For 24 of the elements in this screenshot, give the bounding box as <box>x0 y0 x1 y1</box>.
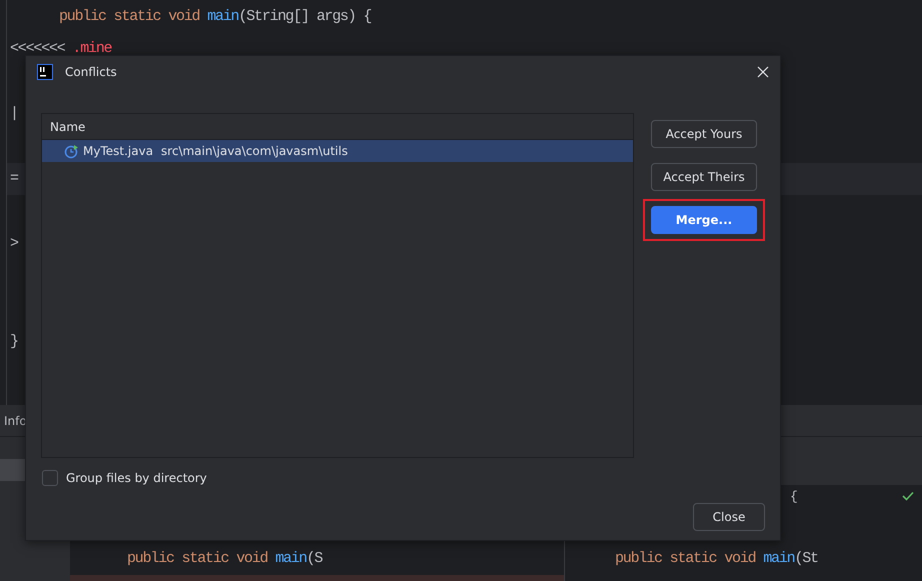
file-row[interactable]: MyTest.java src\main\java\com\javasm\utils <box>42 140 633 162</box>
code-line: | <box>10 105 18 122</box>
code-line: = <box>10 170 18 188</box>
accept-button[interactable]: Accept Yours <box>651 120 757 148</box>
code-line: public static void main(S <box>127 550 324 567</box>
code-line: } <box>10 332 18 350</box>
code-line: public static void main(String[] args) { <box>59 8 372 25</box>
close-button[interactable]: Close <box>693 503 765 531</box>
merge-button[interactable]: Merge... <box>651 206 757 234</box>
column-header[interactable]: Name <box>50 120 86 134</box>
file-status-icon <box>64 144 79 158</box>
file-path: src\main\java\com\javasm\utils <box>161 144 348 158</box>
code-line: <<<<<<< .mine <box>10 40 112 58</box>
checkbox[interactable] <box>42 470 58 486</box>
accept-button[interactable]: Accept Theirs <box>651 163 757 191</box>
code-line: { <box>790 488 797 504</box>
app-logo-icon <box>37 64 53 80</box>
code-line: > <box>10 235 18 252</box>
check-icon <box>902 491 914 501</box>
close-icon[interactable] <box>757 66 769 78</box>
code-line: public static void main(St <box>615 550 819 567</box>
file-name: MyTest.java <box>83 144 154 158</box>
dialog-title: Conflicts <box>65 65 118 79</box>
checkbox-label: Group files by directory <box>66 471 207 485</box>
